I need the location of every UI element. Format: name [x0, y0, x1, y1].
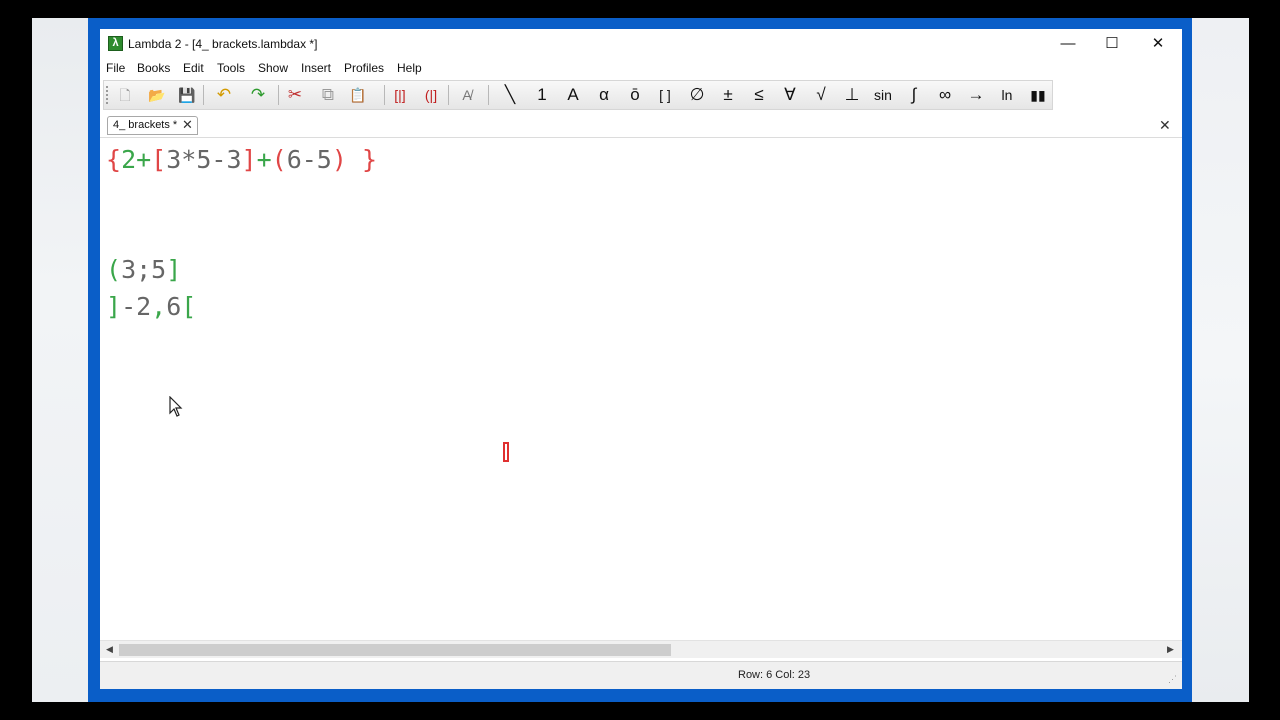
menu-tools[interactable]: Tools [217, 61, 245, 75]
formula-token: ] [241, 145, 257, 174]
formula-token: + [256, 145, 272, 174]
cut-icon[interactable]: ✂ [282, 84, 308, 106]
integral-icon[interactable]: ∫ [901, 84, 927, 106]
scroll-thumb[interactable] [119, 644, 671, 656]
desktop-right-edge [1192, 18, 1249, 702]
scroll-left-icon[interactable]: ◀ [101, 641, 118, 658]
redo-icon[interactable]: ↷ [245, 84, 271, 106]
horizontal-scrollbar[interactable]: ◀ ▶ [100, 640, 1182, 658]
new-file-icon[interactable]: 🗋 [112, 84, 138, 106]
status-bar: Row: 6 Col: 23 ⋰ [100, 661, 1182, 689]
alpha-icon[interactable]: α [591, 84, 617, 106]
toolbar: 🗋 📂 💾 ↶ ↷ ✂ ⧉ 📋 [|] (|] A̸ ╲ 1 Aα ō[ ] ∅ ± ≤ ∀ √ ⊥ sin ∫ ∞ → ln ▮▮ [103, 80, 1053, 110]
formula-line-2: (3;5] [106, 255, 181, 284]
font-size-icon[interactable]: A̸ [454, 84, 480, 106]
app-window: λ Lambda 2 - [4_ brackets.lambdax *] — ☐… [100, 29, 1182, 689]
menu-show[interactable]: Show [258, 61, 288, 75]
menu-books[interactable]: Books [137, 61, 170, 75]
overline-icon[interactable]: ō [622, 84, 648, 106]
menu-edit[interactable]: Edit [183, 61, 204, 75]
tab-label: 4_ brackets * [113, 119, 178, 131]
plus-minus-icon[interactable]: ± [715, 84, 741, 106]
lambda-app-icon: λ [108, 36, 123, 51]
formula-token: 6 [166, 292, 182, 321]
menu-bar: File Books Edit Tools Show Insert Profil… [100, 59, 1182, 79]
menu-file[interactable]: File [106, 61, 125, 75]
arrow-icon[interactable]: → [963, 84, 989, 106]
square-brackets-icon[interactable]: [ ] [652, 84, 678, 106]
text-cursor [503, 442, 509, 462]
formula-token: 3;5 [121, 255, 167, 284]
close-button[interactable]: ✕ [1135, 29, 1181, 59]
forall-icon[interactable]: ∀ [777, 84, 803, 106]
menu-help[interactable]: Help [397, 61, 422, 75]
empty-set-icon[interactable]: ∅ [684, 84, 710, 106]
tab-close-icon[interactable]: ✕ [182, 117, 193, 133]
document-tab-bar: 4_ brackets * ✕ [100, 114, 1182, 138]
scroll-right-icon[interactable]: ▶ [1162, 641, 1179, 658]
formula-token: 6-5 [286, 145, 332, 174]
line-icon[interactable]: ╲ [497, 84, 523, 106]
mouse-pointer-icon [169, 396, 183, 417]
toolbar-separator [384, 85, 385, 105]
ln-icon[interactable]: ln [994, 84, 1020, 106]
formula-token: , [151, 292, 167, 321]
open-folder-icon[interactable]: 📂 [144, 84, 170, 106]
maximize-button[interactable]: ☐ [1089, 29, 1135, 59]
perpendicular-icon[interactable]: ⊥ [839, 84, 865, 106]
formula-token: } [346, 145, 378, 174]
toolbar-separator [278, 85, 279, 105]
bar-chart-icon[interactable]: ▮▮ [1025, 84, 1051, 106]
formula-token: { [106, 145, 122, 174]
minimize-button[interactable]: — [1045, 29, 1091, 59]
brackets-alt-icon[interactable]: (|] [418, 84, 444, 106]
infinity-icon[interactable]: ∞ [932, 84, 958, 106]
formula-token: [ [181, 292, 197, 321]
formula-token: ( [271, 145, 287, 174]
save-icon[interactable]: 💾 [174, 84, 200, 106]
formula-token: 3*5-3 [166, 145, 242, 174]
paste-icon[interactable]: 📋 [345, 84, 371, 106]
copy-icon[interactable]: ⧉ [315, 84, 341, 106]
title-bar: λ Lambda 2 - [4_ brackets.lambdax *] — ☐… [100, 29, 1182, 59]
formula-line-3: ]-2,6[ [106, 292, 196, 321]
formula-token: -2 [121, 292, 152, 321]
menu-insert[interactable]: Insert [301, 61, 331, 75]
less-equal-icon[interactable]: ≤ [746, 84, 772, 106]
number-icon[interactable]: 1 [529, 84, 555, 106]
toolbar-separator [488, 85, 489, 105]
resize-grip-icon[interactable]: ⋰ [1168, 674, 1177, 685]
menu-profiles[interactable]: Profiles [344, 61, 384, 75]
toolbar-separator [448, 85, 449, 105]
window-title: Lambda 2 - [4_ brackets.lambdax *] [128, 37, 318, 51]
editor-close-icon[interactable]: ✕ [1159, 117, 1171, 134]
sqrt-icon[interactable]: √ [808, 84, 834, 106]
formula-token: [ [151, 145, 167, 174]
letter-a-icon[interactable]: A [560, 84, 586, 106]
desktop-left-edge [32, 18, 90, 702]
formula-token: 2+ [121, 145, 152, 174]
tab-4-brackets[interactable]: 4_ brackets * ✕ [107, 116, 198, 135]
cursor-position: Row: 6 Col: 23 [738, 669, 811, 681]
sin-icon[interactable]: sin [870, 84, 896, 106]
formula-token: ] [166, 255, 182, 284]
formula-token: ) [331, 145, 347, 174]
formula-token: ( [106, 255, 122, 284]
brackets-red-icon[interactable]: [|] [387, 84, 413, 106]
formula-editor[interactable]: {2+[3*5-3]+(6-5) } (3;5] ]-2,6[ [100, 139, 1182, 639]
undo-icon[interactable]: ↶ [211, 84, 237, 106]
formula-line-1: {2+[3*5-3]+(6-5) } [106, 145, 377, 174]
toolbar-grip[interactable] [106, 86, 111, 104]
formula-token: ] [106, 292, 122, 321]
toolbar-separator [203, 85, 204, 105]
